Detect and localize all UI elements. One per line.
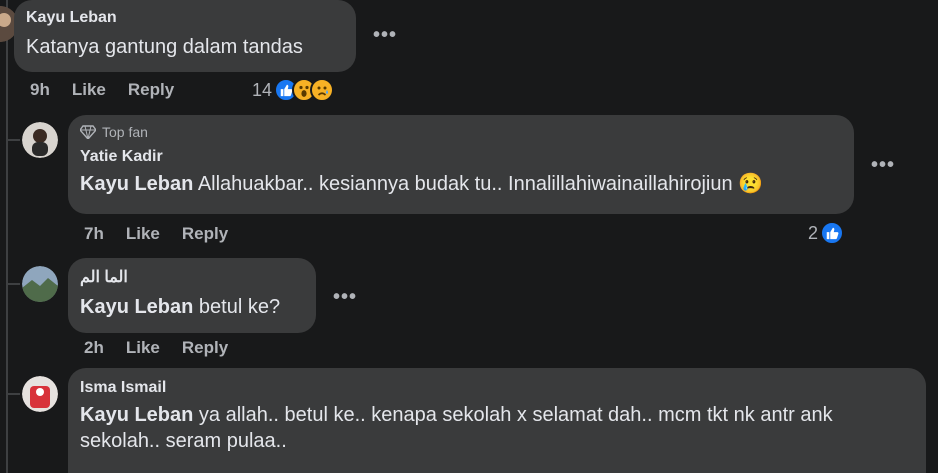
comment-bubble: Kayu Leban Katanya gantung dalam tandas <box>14 0 356 72</box>
comment-time[interactable]: 9h <box>30 80 50 100</box>
more-options-icon[interactable]: ••• <box>368 18 402 52</box>
top-fan-label: Top fan <box>102 124 148 140</box>
avatar[interactable] <box>22 376 58 412</box>
comment-actions: 9h Like Reply <box>30 80 174 100</box>
comment-actions: 7h Like Reply <box>84 224 228 244</box>
thread-branch <box>6 393 20 395</box>
reply-link[interactable]: Reply <box>182 224 228 244</box>
avatar[interactable] <box>22 266 58 302</box>
reply-link[interactable]: Reply <box>128 80 174 100</box>
comment-author[interactable]: Yatie Kadir <box>80 147 842 167</box>
comment-author[interactable]: الما الم <box>80 268 304 288</box>
comment-actions: 2h Like Reply <box>84 338 228 358</box>
avatar-image <box>22 266 58 302</box>
more-options-icon[interactable]: ••• <box>328 280 362 314</box>
comment-text: Kayu Leban Allahuakbar.. kesiannya budak… <box>80 171 842 197</box>
thread-branch <box>6 139 20 141</box>
thread-branch <box>6 283 20 285</box>
mention-link[interactable]: Kayu Leban <box>80 173 193 195</box>
comment-time[interactable]: 7h <box>84 224 104 244</box>
diamond-icon <box>80 125 96 139</box>
comment-author[interactable]: Kayu Leban <box>26 8 344 28</box>
avatar[interactable] <box>22 122 58 158</box>
comment-bubble: Isma Ismail Kayu Leban ya allah.. betul … <box>68 368 926 473</box>
comment-author[interactable]: Isma Ismail <box>80 378 914 398</box>
avatar-image <box>22 376 58 412</box>
like-link[interactable]: Like <box>126 338 160 358</box>
comments-thread: Kayu Leban Katanya gantung dalam tandas … <box>0 0 938 473</box>
comment-bubble: الما الم Kayu Leban betul ke? <box>68 258 316 333</box>
mention-link[interactable]: Kayu Leban <box>80 404 193 426</box>
reaction-summary[interactable]: 14 <box>252 78 335 102</box>
comment-text: Kayu Leban ya allah.. betul ke.. kenapa … <box>80 402 914 428</box>
comment-bubble: Top fan Yatie Kadir Kayu Leban Allahuakb… <box>68 115 854 214</box>
like-link[interactable]: Like <box>72 80 106 100</box>
thread-line <box>6 0 8 473</box>
comment-body: betul ke? <box>198 296 281 318</box>
comment-body-line1: ya allah.. betul ke.. kenapa sekolah x s… <box>198 404 833 426</box>
like-icon <box>820 221 845 245</box>
comment-text-line2: sekolah.. seram pulaa.. <box>80 430 287 452</box>
sad-icon <box>310 78 335 102</box>
comment-text: Kayu Leban betul ke? <box>80 294 304 320</box>
top-fan-badge: Top fan <box>80 123 842 141</box>
reply-link[interactable]: Reply <box>182 338 228 358</box>
comment-body: Allahuakbar.. kesiannya budak tu.. Innal… <box>197 173 764 195</box>
reaction-count: 2 <box>808 222 819 243</box>
reaction-summary[interactable]: 2 <box>808 221 845 245</box>
mention-link[interactable]: Kayu Leban <box>80 296 193 318</box>
avatar-image <box>22 122 58 158</box>
reaction-count: 14 <box>252 79 273 100</box>
more-options-icon[interactable]: ••• <box>866 148 900 182</box>
like-link[interactable]: Like <box>126 224 160 244</box>
comment-time[interactable]: 2h <box>84 338 104 358</box>
comment-text: Katanya gantung dalam tandas <box>26 36 303 58</box>
